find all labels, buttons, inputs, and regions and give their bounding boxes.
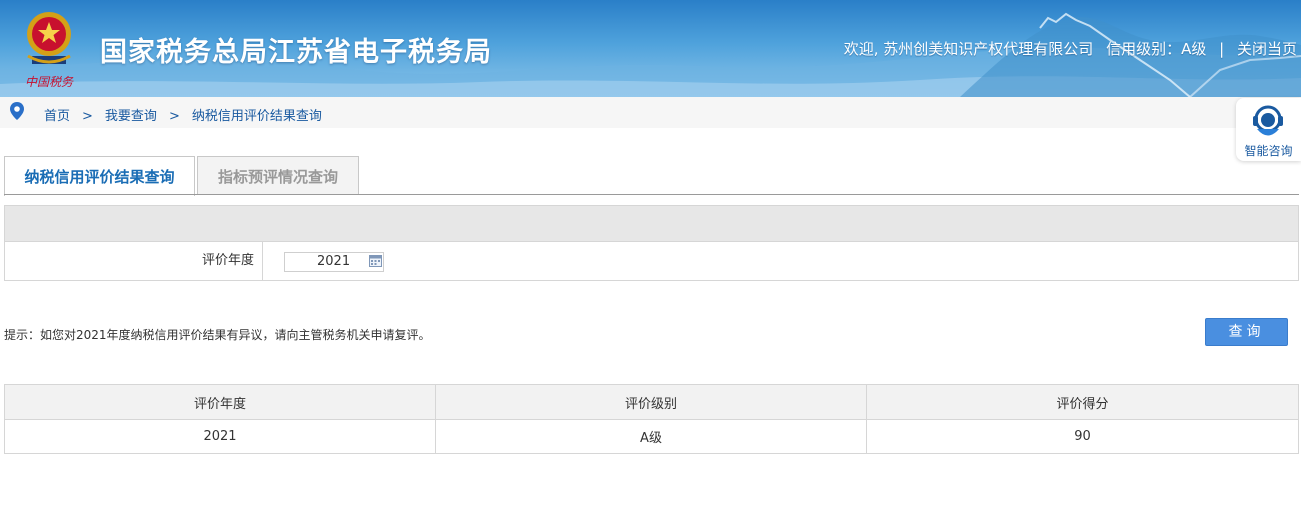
breadcrumb-current: 纳税信用评价结果查询	[191, 109, 322, 124]
col-header-score: 评价得分	[866, 384, 1299, 420]
form-header-band	[5, 206, 1298, 242]
smart-consult-label: 智能咨询	[1244, 144, 1293, 158]
breadcrumb-query[interactable]: 我要查询	[105, 109, 157, 124]
breadcrumb-arrow: >	[82, 109, 93, 124]
user-greeting: 欢迎, 苏州创美知识产权代理有限公司	[843, 40, 1094, 58]
cell-level: A级	[435, 419, 867, 454]
tax-emblem-icon: 中国税务	[25, 12, 74, 89]
svg-text:中国税务: 中国税务	[25, 75, 74, 89]
calendar-icon[interactable]	[369, 254, 382, 267]
credit-level: 信用级别：A级	[1106, 40, 1207, 58]
col-header-year: 评价年度	[4, 384, 436, 420]
close-page-link[interactable]: 关闭当页	[1237, 40, 1297, 58]
separator: |	[1219, 40, 1225, 58]
smart-consult-button[interactable]: 智能咨询	[1236, 98, 1301, 161]
cell-year: 2021	[4, 419, 436, 454]
user-bar: 欢迎, 苏州创美知识产权代理有限公司 信用级别：A级 | 关闭当页	[844, 38, 1297, 59]
table-row: 2021 A级 90	[4, 419, 1299, 454]
tab-divider	[4, 194, 1299, 195]
appeal-hint: 提示：如您对2021年度纳税信用评价结果有异议，请向主管税务机关申请复评。	[4, 328, 431, 342]
headset-agent-icon	[1253, 105, 1283, 136]
result-table: 评价年度 评价级别 评价得分 2021 A级 90	[4, 384, 1299, 454]
breadcrumb-arrow: >	[168, 109, 180, 124]
cell-score: 90	[866, 419, 1299, 454]
location-pin-icon	[10, 102, 24, 120]
header-banner: 中国税务 国家税务总局江苏省电子税务局 欢迎, 苏州创美知识产权代理有限公司 信…	[0, 0, 1301, 97]
query-form: 评价年度 2021	[4, 205, 1299, 281]
site-title: 国家税务总局江苏省电子税务局	[100, 37, 492, 68]
col-header-level: 评价级别	[435, 384, 867, 420]
year-label: 评价年度	[5, 242, 263, 280]
breadcrumb: 首页 > 我要查询 > 纳税信用评价结果查询	[0, 97, 1301, 128]
form-row-year: 评价年度 2021	[5, 242, 1298, 280]
table-header-row: 评价年度 评价级别 评价得分	[4, 384, 1299, 420]
query-button[interactable]: 查询	[1205, 318, 1288, 346]
breadcrumb-home[interactable]: 首页	[44, 109, 70, 124]
tab-indicator-preview[interactable]: 指标预评情况查询	[197, 156, 359, 195]
tab-credit-result[interactable]: 纳税信用评价结果查询	[4, 156, 195, 196]
